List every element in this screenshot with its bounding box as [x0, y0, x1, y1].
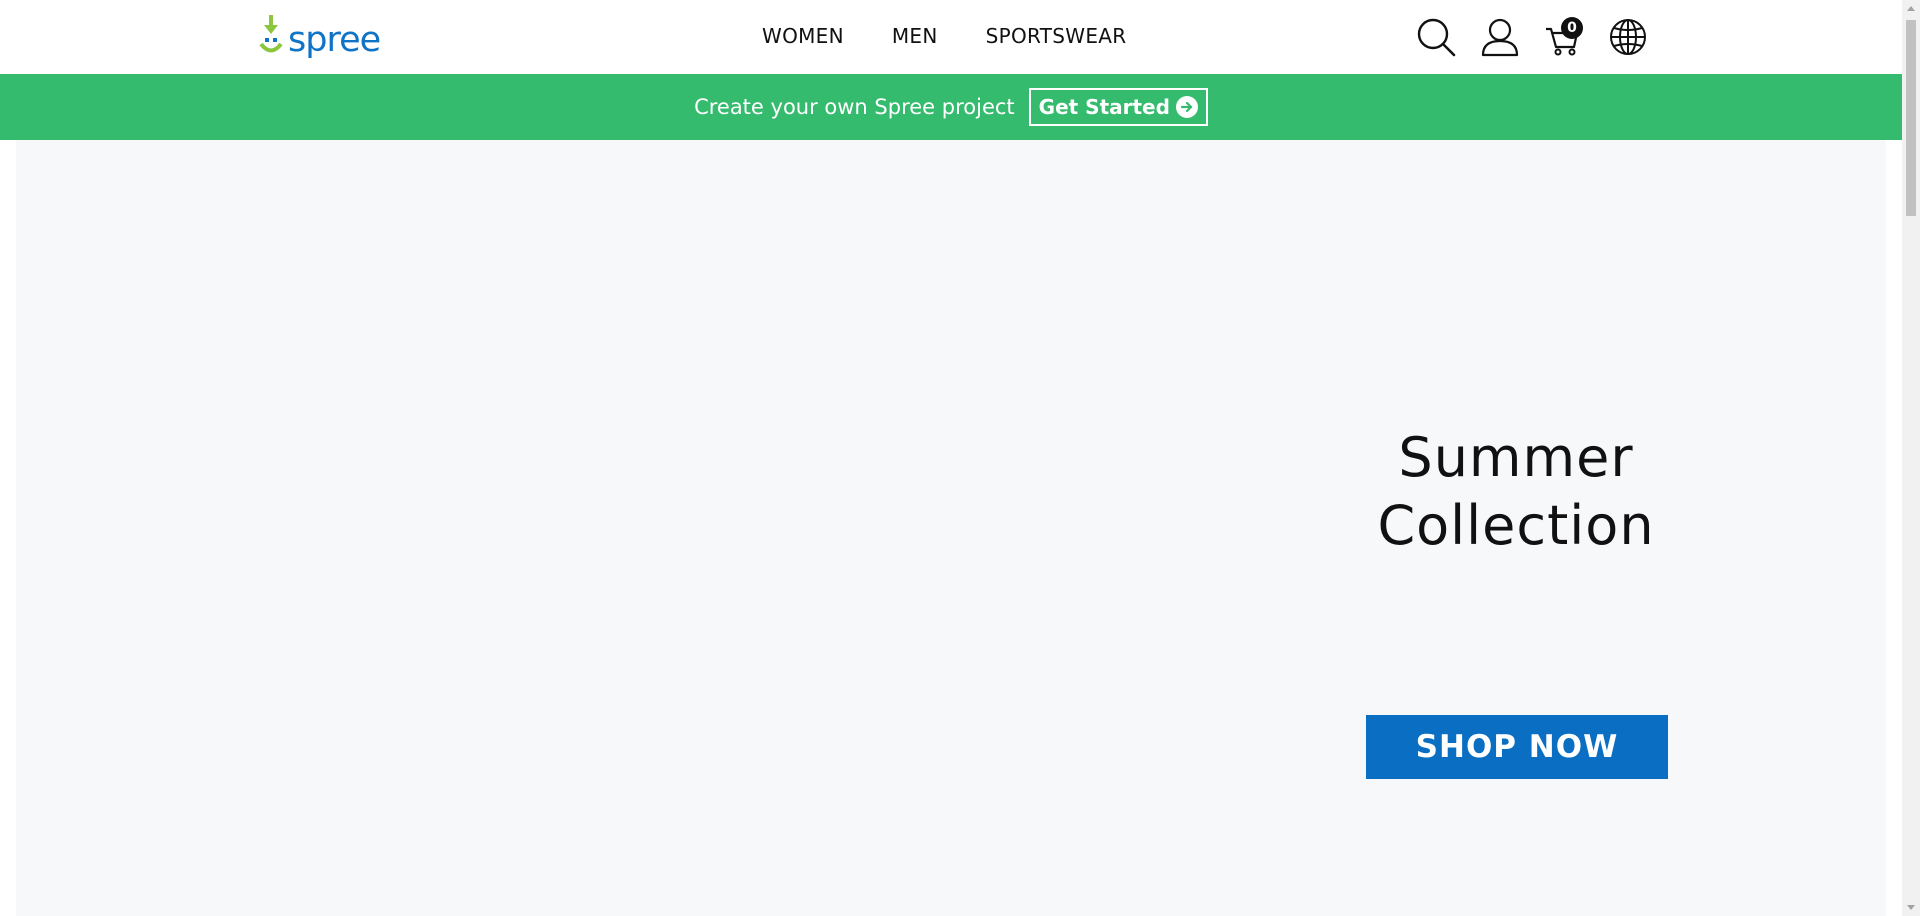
page: spree WOMEN MEN SPORTSWEAR 0 Create your…	[0, 0, 1920, 916]
hero-section: Summer Collection SHOP NOW	[16, 140, 1886, 916]
scroll-down-icon[interactable]	[1907, 905, 1915, 910]
logo-mark-icon	[256, 13, 286, 61]
scroll-thumb[interactable]	[1906, 20, 1916, 216]
nav-item-men[interactable]: MEN	[892, 24, 938, 48]
nav-item-women[interactable]: WOMEN	[762, 24, 844, 48]
cart-count-badge: 0	[1561, 17, 1583, 39]
banner-text: Create your own Spree project	[694, 95, 1015, 119]
page-scrollbar[interactable]	[1902, 0, 1920, 916]
globe-icon[interactable]	[1608, 17, 1648, 57]
header-icons: 0	[1416, 17, 1648, 57]
scroll-up-icon[interactable]	[1907, 6, 1915, 11]
site-header: spree WOMEN MEN SPORTSWEAR 0	[0, 0, 1902, 74]
nav-item-sportswear[interactable]: SPORTSWEAR	[986, 24, 1127, 48]
promo-banner: Create your own Spree project Get Starte…	[0, 74, 1902, 140]
hero-title: Summer Collection	[1377, 426, 1655, 557]
arrow-right-icon	[1175, 96, 1198, 118]
spree-logo[interactable]: spree	[256, 13, 381, 61]
main-nav: WOMEN MEN SPORTSWEAR	[762, 24, 1126, 48]
get-started-label: Get Started	[1038, 95, 1170, 119]
cart-icon[interactable]: 0	[1544, 17, 1584, 57]
shop-now-button[interactable]: SHOP NOW	[1366, 715, 1668, 779]
logo-text: spree	[288, 19, 381, 60]
user-icon[interactable]	[1480, 17, 1520, 57]
search-icon[interactable]	[1416, 17, 1456, 57]
get-started-button[interactable]: Get Started	[1028, 88, 1208, 126]
